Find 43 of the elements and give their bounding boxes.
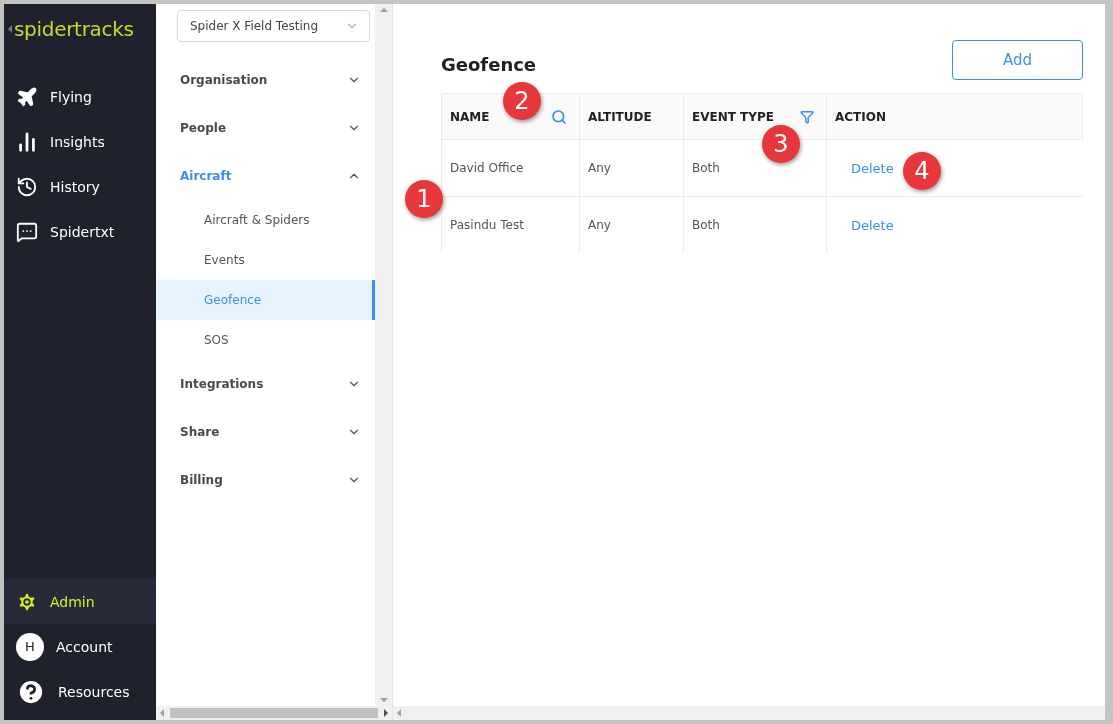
filter-icon[interactable]: [800, 109, 814, 124]
column-header: ALTITUDE: [580, 94, 684, 140]
nav-item[interactable]: Admin: [4, 579, 156, 624]
menu-item[interactable]: SOS: [156, 320, 375, 360]
table-cell: Both: [684, 197, 827, 253]
column-header: ACTION: [827, 94, 1083, 140]
menu-section[interactable]: People: [156, 104, 375, 152]
nav-label: History: [50, 178, 100, 195]
nav-item[interactable]: Spidertxt: [4, 209, 156, 254]
table-cell: David Office: [441, 140, 580, 197]
nav-item[interactable]: H Account: [4, 624, 156, 669]
back-arrow-icon[interactable]: [8, 25, 12, 33]
page-title: Geofence: [441, 53, 537, 75]
horizontal-scrollbar[interactable]: [393, 706, 1105, 720]
logo: spidertracks: [14, 17, 134, 41]
nav-item[interactable]: Insights: [4, 119, 156, 164]
history-icon: [16, 175, 38, 198]
nav-item[interactable]: Resources: [4, 669, 156, 714]
menu-item[interactable]: Aircraft & Spiders: [156, 200, 375, 240]
nav-label: Resources: [58, 683, 130, 700]
nav-label: Flying: [50, 88, 92, 105]
vertical-scrollbar[interactable]: [375, 4, 392, 706]
settings-icon: [16, 590, 38, 613]
bar-chart-icon: [16, 130, 38, 153]
horizontal-scrollbar[interactable]: [156, 706, 392, 720]
nav-label: Insights: [50, 133, 105, 150]
menu-section[interactable]: Billing: [156, 456, 375, 504]
plane-icon: [16, 85, 38, 108]
menu-section[interactable]: Organisation: [156, 56, 375, 104]
nav-label: Admin: [50, 593, 95, 610]
nav-label: Account: [56, 638, 113, 655]
chat-icon: [16, 220, 38, 243]
nav-item[interactable]: History: [4, 164, 156, 209]
menu-item[interactable]: Events: [156, 240, 375, 280]
nav-label: Spidertxt: [50, 223, 115, 240]
table-cell: Any: [580, 140, 684, 197]
table-cell: Any: [580, 197, 684, 253]
organisation-select[interactable]: Spider X Field Testing: [177, 10, 370, 42]
search-icon[interactable]: [551, 108, 567, 125]
avatar-icon: H: [16, 632, 44, 661]
menu-section[interactable]: Integrations: [156, 360, 375, 408]
nav-item[interactable]: Flying: [4, 74, 156, 119]
menu-section[interactable]: Share: [156, 408, 375, 456]
